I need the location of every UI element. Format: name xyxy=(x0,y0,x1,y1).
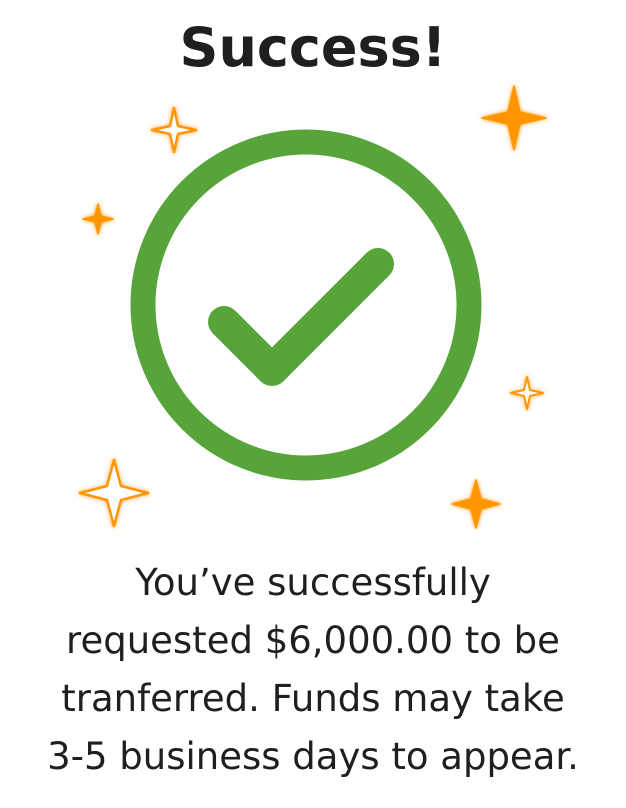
confirmation-message: You’ve successfully requested $6,000.00 … xyxy=(0,554,626,786)
sparkle-icon xyxy=(78,458,150,528)
sparkle-icon xyxy=(481,85,547,151)
sparkle-icon xyxy=(510,376,544,410)
check-mark xyxy=(208,248,394,386)
message-line: 3-5 business days to appear. xyxy=(47,735,579,778)
message-line: You’ve successfully xyxy=(135,561,491,604)
check-circle-icon xyxy=(130,129,482,481)
sparkle-icon xyxy=(82,203,114,235)
message-line: requested $6,000.00 to be xyxy=(66,619,560,662)
message-line: tranferred. Funds may take xyxy=(61,677,565,720)
page-title: Success! xyxy=(179,16,447,79)
sparkle-icon xyxy=(451,479,501,529)
success-ring xyxy=(130,129,482,481)
success-illustration xyxy=(78,85,547,529)
sparkle-icon xyxy=(150,106,198,154)
